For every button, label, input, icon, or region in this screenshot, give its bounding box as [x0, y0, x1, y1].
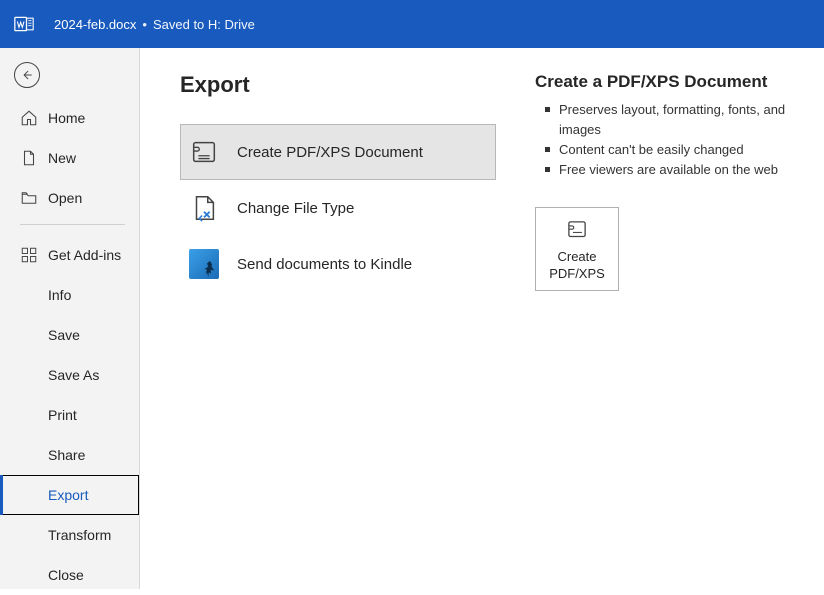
sidebar-item-label: Open [48, 190, 82, 206]
new-icon [20, 149, 38, 167]
option-label: Create PDF/XPS Document [237, 144, 423, 161]
detail-bullets: Preserves layout, formatting, fonts, and… [535, 100, 806, 181]
separator-dot: • [142, 17, 147, 32]
pdf-document-icon [189, 137, 219, 167]
detail-title: Create a PDF/XPS Document [535, 72, 806, 92]
sidebar-item-getaddins[interactable]: Get Add-ins [0, 235, 139, 275]
pdf-export-icon [561, 217, 593, 243]
sidebar-item-label: Home [48, 110, 85, 126]
sidebar-item-save[interactable]: Save [0, 315, 139, 355]
action-label-line1: Create [557, 249, 596, 265]
sidebar-item-label: Export [48, 487, 88, 503]
option-send-to-kindle[interactable]: Send documents to Kindle [180, 236, 496, 292]
sidebar-item-export[interactable]: Export [0, 475, 139, 515]
sidebar-item-saveas[interactable]: Save As [0, 355, 139, 395]
sidebar-item-label: Save [48, 327, 80, 343]
sidebar-item-info[interactable]: Info [0, 275, 139, 315]
sidebar-item-open[interactable]: Open [0, 178, 139, 218]
backstage-sidebar: Home New Open Get Add-ins Info Save [0, 48, 140, 589]
sidebar-item-transform[interactable]: Transform [0, 515, 139, 555]
open-icon [20, 189, 38, 207]
save-status: Saved to H: Drive [153, 17, 255, 32]
title-bar: 2024-feb.docx • Saved to H: Drive [0, 0, 824, 48]
word-app-icon [14, 14, 34, 34]
option-label: Change File Type [237, 200, 354, 217]
sidebar-item-label: Close [48, 567, 84, 583]
create-pdf-xps-button[interactable]: Create PDF/XPS [535, 207, 619, 291]
sidebar-item-new[interactable]: New [0, 138, 139, 178]
sidebar-item-print[interactable]: Print [0, 395, 139, 435]
bullet-item: Preserves layout, formatting, fonts, and… [559, 100, 806, 140]
option-label: Send documents to Kindle [237, 256, 412, 273]
sidebar-item-label: Get Add-ins [48, 247, 121, 263]
sidebar-item-label: New [48, 150, 76, 166]
sidebar-item-label: Save As [48, 367, 99, 383]
addins-icon [20, 246, 38, 264]
sidebar-item-label: Share [48, 447, 85, 463]
change-file-type-icon [189, 193, 219, 223]
option-change-file-type[interactable]: Change File Type [180, 180, 496, 236]
option-create-pdf-xps[interactable]: Create PDF/XPS Document [180, 124, 496, 180]
sidebar-item-label: Info [48, 287, 71, 303]
bullet-item: Free viewers are available on the web [559, 160, 806, 180]
document-name: 2024-feb.docx [54, 17, 136, 32]
sidebar-divider [20, 224, 125, 225]
bullet-item: Content can't be easily changed [559, 140, 806, 160]
detail-panel: Create a PDF/XPS Document Preserves layo… [535, 72, 824, 589]
sidebar-item-home[interactable]: Home [0, 98, 139, 138]
sidebar-item-label: Transform [48, 527, 111, 543]
home-icon [20, 109, 38, 127]
main-panel: Export Create PDF/XPS Document Change Fi… [140, 48, 824, 589]
sidebar-item-label: Print [48, 407, 77, 423]
sidebar-item-close[interactable]: Close [0, 555, 139, 595]
back-button[interactable] [14, 62, 40, 88]
kindle-icon [189, 249, 219, 279]
sidebar-item-share[interactable]: Share [0, 435, 139, 475]
action-label-line2: PDF/XPS [549, 266, 605, 282]
page-title: Export [180, 72, 535, 98]
